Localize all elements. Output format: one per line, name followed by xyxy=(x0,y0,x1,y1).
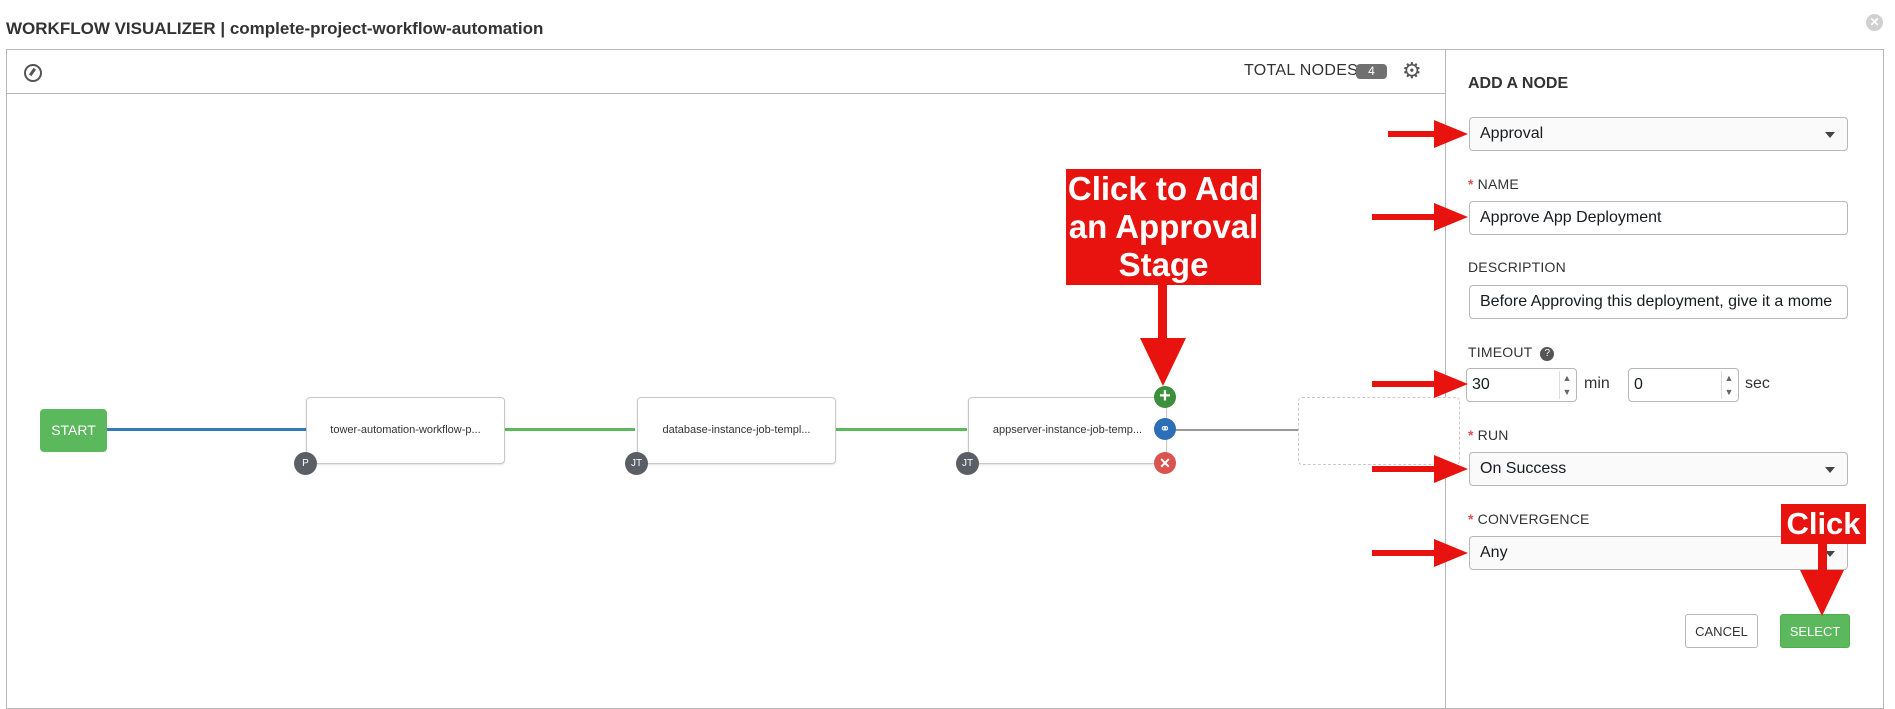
total-nodes-label: TOTAL NODES xyxy=(1244,62,1359,79)
annotation-click-callout: Click xyxy=(1781,504,1866,544)
node-type-badge-job-template: JT xyxy=(956,452,979,475)
node-type-select[interactable]: Approval xyxy=(1469,117,1848,151)
minutes-stepper[interactable]: ▲ ▼ xyxy=(1559,371,1574,399)
toolbar-divider xyxy=(6,93,1446,94)
chevron-down-icon xyxy=(1825,467,1835,473)
run-label: * RUN xyxy=(1468,427,1509,443)
gear-icon[interactable]: ⚙ xyxy=(1402,60,1422,82)
workflow-node-project[interactable]: tower-automation-workflow-p... xyxy=(306,397,505,464)
minutes-unit-label: min xyxy=(1584,375,1610,392)
delete-icon[interactable]: ✕ xyxy=(1154,452,1176,474)
edge-node2-to-node3[interactable] xyxy=(834,428,967,431)
callout-line: an Approval xyxy=(1068,208,1259,245)
required-marker: * xyxy=(1468,176,1474,192)
window-title: WORKFLOW VISUALIZER | complete-project-w… xyxy=(6,19,544,38)
required-marker: * xyxy=(1468,427,1474,443)
node-type-badge-project: P xyxy=(294,452,317,475)
workflow-node-database-job[interactable]: database-instance-job-templ... xyxy=(637,397,836,464)
name-label: * NAME xyxy=(1468,176,1519,192)
compass-icon[interactable] xyxy=(24,64,42,82)
convergence-label-text: CONVERGENCE xyxy=(1477,511,1590,527)
timeout-seconds-input[interactable]: 0 ▲ ▼ xyxy=(1628,368,1739,402)
name-label-text: NAME xyxy=(1477,176,1519,192)
node-type-value: Approval xyxy=(1480,125,1544,142)
description-input[interactable]: Before Approving this deployment, give i… xyxy=(1469,285,1848,319)
convergence-label: * CONVERGENCE xyxy=(1468,511,1590,527)
node-type-badge-job-template: JT xyxy=(625,452,648,475)
timeout-seconds-value: 0 xyxy=(1634,376,1643,393)
total-nodes-count-badge: 4 xyxy=(1356,64,1387,79)
edge-node1-to-node2[interactable] xyxy=(502,428,635,431)
start-node[interactable]: START xyxy=(40,409,107,452)
required-marker: * xyxy=(1468,511,1474,527)
panel-title: ADD A NODE xyxy=(1468,75,1569,92)
close-icon[interactable]: ✕ xyxy=(1866,14,1883,31)
add-icon[interactable]: + xyxy=(1154,386,1176,408)
description-label: DESCRIPTION xyxy=(1468,259,1566,275)
timeout-label: TIMEOUT? xyxy=(1468,344,1555,361)
callout-line: Stage xyxy=(1118,246,1209,283)
timeout-minutes-value: 30 xyxy=(1472,376,1490,393)
annotation-arrow xyxy=(1158,284,1167,340)
callout-line: Click to Add xyxy=(1067,170,1260,207)
cancel-button[interactable]: CANCEL xyxy=(1685,614,1758,648)
workflow-node-appserver-job[interactable]: appserver-instance-job-temp... xyxy=(968,397,1167,464)
annotation-arrow-head xyxy=(1800,570,1844,616)
help-icon[interactable]: ? xyxy=(1540,347,1555,361)
annotation-add-approval-callout: Click to Add an Approval Stage xyxy=(1066,169,1261,285)
edge-start-to-node1[interactable] xyxy=(106,428,306,431)
annotation-arrow-head xyxy=(1140,338,1186,386)
run-label-text: RUN xyxy=(1477,427,1509,443)
name-input[interactable]: Approve App Deployment xyxy=(1469,201,1848,235)
select-button[interactable]: SELECT xyxy=(1780,614,1850,648)
seconds-unit-label: sec xyxy=(1745,375,1770,392)
convergence-value: Any xyxy=(1480,544,1508,561)
seconds-stepper[interactable]: ▲ ▼ xyxy=(1721,371,1736,399)
timeout-minutes-input[interactable]: 30 ▲ ▼ xyxy=(1466,368,1577,402)
link-icon[interactable]: ⚭ xyxy=(1154,418,1176,440)
chevron-down-icon xyxy=(1825,132,1835,138)
timeout-label-text: TIMEOUT xyxy=(1468,344,1533,360)
run-select[interactable]: On Success xyxy=(1469,452,1848,486)
edge-node3-to-placeholder[interactable] xyxy=(1164,429,1298,431)
run-value: On Success xyxy=(1480,460,1567,477)
